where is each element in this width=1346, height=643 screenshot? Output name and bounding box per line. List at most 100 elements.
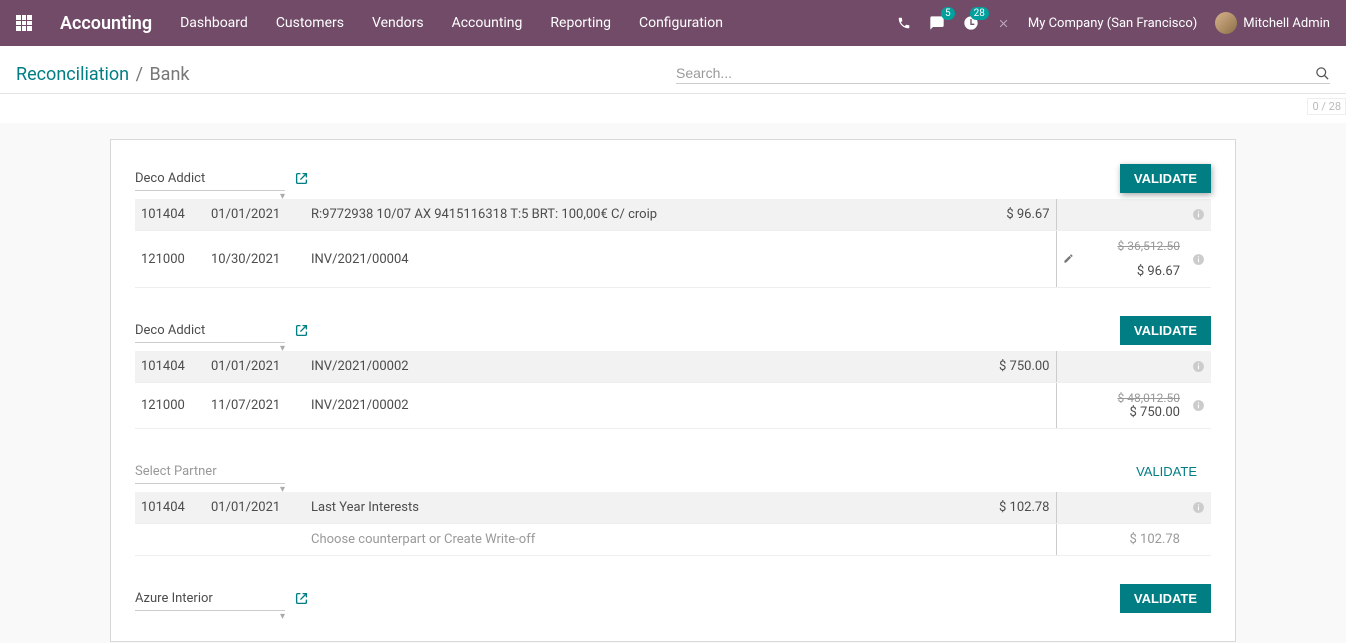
validate-button[interactable]: Validate [1120, 316, 1211, 345]
partner-select[interactable]: Deco Addict [135, 167, 285, 191]
main-content: Deco Addict▾Validate10140401/01/2021R:97… [0, 123, 1346, 642]
cell-writeoff: $ 36,512.50$ 96.67 [1056, 231, 1186, 288]
table-row[interactable]: 12100011/07/2021INV/2021/00002 $ 48,012.5… [135, 383, 1211, 429]
reconciliation-block: Azure Interior▾Validate [111, 584, 1235, 613]
cell-date: 01/01/2021 [205, 492, 305, 524]
cell-description: INV/2021/00004 [305, 231, 966, 288]
table-row[interactable]: 10140401/01/2021R:9772938 10/07 AX 94151… [135, 199, 1211, 231]
cell-account: 121000 [135, 383, 205, 429]
info-icon[interactable] [1192, 208, 1205, 221]
cell-writeoff: $ 102.78 [1056, 524, 1186, 556]
partner-select[interactable]: Deco Addict [135, 319, 285, 343]
reconciliation-block: Deco Addict▾Validate 10140401/01/2021INV/… [111, 316, 1235, 429]
reconciliation-table: 10140401/01/2021R:9772938 10/07 AX 94151… [135, 199, 1211, 288]
cell-date [205, 524, 305, 556]
search-input[interactable] [676, 65, 1307, 81]
cell-info [1186, 383, 1211, 429]
cell-account: 121000 [135, 231, 205, 288]
reconciliation-header: Deco Addict▾Validate [135, 316, 1211, 345]
menu-reporting[interactable]: Reporting [550, 15, 611, 31]
info-icon[interactable] [1192, 360, 1205, 373]
breadcrumb-root[interactable]: Reconciliation [16, 64, 129, 85]
cell-amount: $ 750.00 [966, 351, 1056, 383]
reconciliation-header: Select Partner▾Validate [135, 457, 1211, 486]
apps-grid-icon [16, 15, 32, 31]
reconciliation-header: Azure Interior▾Validate [135, 584, 1211, 613]
cell-date: 10/30/2021 [205, 231, 305, 288]
cell-info [1186, 199, 1211, 231]
external-link-icon[interactable] [295, 324, 308, 337]
table-row[interactable]: 10140401/01/2021Last Year Interests$ 102… [135, 492, 1211, 524]
close-tray-icon[interactable] [997, 17, 1010, 30]
navbar-right: 5 28 My Company (San Francisco) Mitchell… [897, 12, 1330, 34]
activity-badge: 28 [970, 7, 989, 20]
validate-button[interactable]: Validate [1122, 457, 1211, 486]
menu-vendors[interactable]: Vendors [372, 15, 424, 31]
cell-info [1186, 351, 1211, 383]
menu-dashboard[interactable]: Dashboard [180, 15, 248, 31]
reconciliation-block: Deco Addict▾Validate 10140401/01/2021R:97… [111, 164, 1235, 288]
partner-select[interactable]: Select Partner [135, 460, 285, 484]
cell-description: INV/2021/00002 [305, 383, 966, 429]
cell-writeoff [1056, 199, 1186, 231]
external-link-icon[interactable] [295, 592, 308, 605]
cell-account: 101404 [135, 351, 205, 383]
partner-select[interactable]: Azure Interior [135, 587, 285, 611]
info-icon[interactable] [1192, 501, 1205, 514]
info-icon[interactable] [1192, 253, 1205, 266]
progress-counter: 0 / 28 [1307, 98, 1346, 115]
app-brand[interactable]: Accounting [60, 13, 152, 34]
cell-info [1186, 492, 1211, 524]
validate-button[interactable]: Validate [1120, 164, 1211, 193]
pencil-icon[interactable] [1063, 253, 1181, 264]
reconciliation-header: Deco Addict▾Validate [135, 164, 1211, 193]
cell-amount: $ 96.67 [966, 199, 1056, 231]
cell-account: 101404 [135, 492, 205, 524]
breadcrumb-current: Bank [149, 64, 189, 85]
cell-writeoff: $ 48,012.50$ 750.00 [1056, 383, 1186, 429]
chevron-down-icon: ▾ [280, 611, 285, 622]
cell-info [1186, 524, 1211, 556]
reconciliation-table: 10140401/01/2021INV/2021/00002$ 750.0012… [135, 351, 1211, 429]
progress-counter-row: 0 / 28 [0, 94, 1346, 123]
validate-button[interactable]: Validate [1120, 584, 1211, 613]
breadcrumb: Reconciliation / Bank [16, 64, 676, 85]
cell-account: 101404 [135, 199, 205, 231]
messaging-icon[interactable]: 5 [929, 15, 945, 31]
table-row[interactable]: Choose counterpart or Create Write-off $ … [135, 524, 1211, 556]
cell-writeoff [1056, 351, 1186, 383]
menu-customers[interactable]: Customers [276, 15, 344, 31]
cell-date: 01/01/2021 [205, 351, 305, 383]
table-row[interactable]: 10140401/01/2021INV/2021/00002$ 750.00 [135, 351, 1211, 383]
cell-description: INV/2021/00002 [305, 351, 966, 383]
external-link-icon[interactable] [295, 172, 308, 185]
cell-info [1186, 231, 1211, 288]
cell-description: R:9772938 10/07 AX 9415116318 T:5 BRT: 1… [305, 199, 966, 231]
subheader: Reconciliation / Bank [0, 46, 1346, 94]
user-menu[interactable]: Mitchell Admin [1215, 12, 1330, 34]
cell-amount: $ 102.78 [966, 492, 1056, 524]
main-menu: Dashboard Customers Vendors Accounting R… [180, 15, 897, 31]
cell-date: 11/07/2021 [205, 383, 305, 429]
cell-description: Choose counterpart or Create Write-off [305, 524, 966, 556]
phone-icon[interactable] [897, 16, 911, 30]
cell-account [135, 524, 205, 556]
cell-amount [966, 524, 1056, 556]
user-name: Mitchell Admin [1243, 16, 1330, 31]
cell-date: 01/01/2021 [205, 199, 305, 231]
apps-menu-button[interactable] [16, 15, 44, 31]
search-icon[interactable] [1315, 66, 1330, 81]
search-bar[interactable] [676, 65, 1330, 84]
cell-amount [966, 231, 1056, 288]
menu-configuration[interactable]: Configuration [639, 15, 723, 31]
reconciliation-card: Deco Addict▾Validate10140401/01/2021R:97… [110, 139, 1236, 642]
user-avatar-icon [1215, 12, 1237, 34]
company-selector[interactable]: My Company (San Francisco) [1028, 16, 1197, 31]
menu-accounting[interactable]: Accounting [452, 15, 523, 31]
activity-icon[interactable]: 28 [963, 15, 979, 31]
cell-writeoff [1056, 492, 1186, 524]
messaging-badge: 5 [941, 7, 955, 20]
table-row[interactable]: 12100010/30/2021INV/2021/00004 $ 36,512.5… [135, 231, 1211, 288]
info-icon[interactable] [1192, 399, 1205, 412]
reconciliation-table: 10140401/01/2021Last Year Interests$ 102… [135, 492, 1211, 556]
